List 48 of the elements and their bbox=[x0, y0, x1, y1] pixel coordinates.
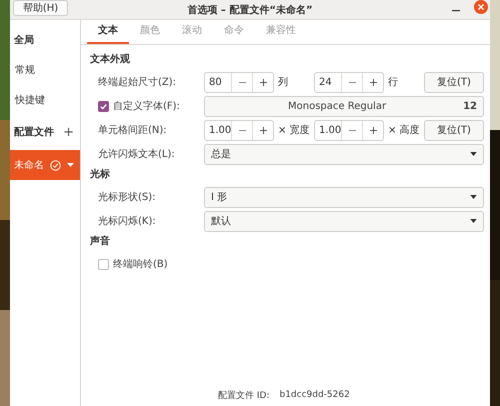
dropdown[interactable]: 默认 bbox=[204, 210, 484, 232]
sidebar-heading: 全局 bbox=[13, 34, 35, 48]
spin-field[interactable]: 24 bbox=[314, 72, 384, 92]
field-label: 光标形状(S): bbox=[98, 190, 157, 204]
section-title: 声音 bbox=[90, 235, 111, 249]
reset-button[interactable]: 复位(T) bbox=[424, 120, 484, 140]
font-button[interactable]: Monospace Regular 12 bbox=[204, 96, 484, 116]
tab[interactable]: 文本 bbox=[87, 20, 129, 44]
checkbox[interactable] bbox=[98, 258, 109, 270]
unit-label: 列 bbox=[277, 76, 289, 89]
dropdown[interactable]: I 形 bbox=[204, 186, 484, 208]
help-button[interactable]: 帮助(H) bbox=[13, 0, 68, 16]
section-title: 光标 bbox=[90, 168, 111, 182]
spin-field[interactable]: 1.00 bbox=[204, 120, 274, 140]
profile-name: 未命名 bbox=[14, 158, 44, 172]
plus-icon[interactable] bbox=[260, 126, 267, 134]
field-label: 终端起始尺寸(Z): bbox=[98, 76, 178, 89]
section-title: 文本外观 bbox=[90, 53, 131, 67]
window-title: 首选项 – 配置文件“未命名” bbox=[186, 4, 314, 16]
dropdown-arrow-icon bbox=[470, 152, 477, 156]
dropdown-arrow-icon bbox=[470, 219, 477, 223]
field-label: 光标闪烁(K): bbox=[98, 214, 157, 228]
plus-icon[interactable] bbox=[260, 78, 266, 86]
profile-item[interactable]: 未命名 bbox=[10, 150, 80, 180]
field-label: 单元格间距(N): bbox=[98, 124, 168, 137]
unit-label: × 高度 bbox=[387, 124, 421, 137]
profile-id-label: 配置文件 ID: bbox=[218, 390, 270, 402]
sidebar-item[interactable]: 常规 bbox=[10, 56, 80, 86]
spin-field[interactable]: 1.00 bbox=[314, 120, 384, 140]
reset-button[interactable]: 复位(T) bbox=[424, 72, 484, 92]
close-icon[interactable] bbox=[474, 0, 488, 14]
checkbox[interactable] bbox=[98, 100, 109, 112]
plus-icon[interactable] bbox=[370, 78, 376, 86]
unit-label: × 宽度 bbox=[277, 124, 311, 137]
sidebar-item[interactable]: 快捷键 bbox=[10, 86, 80, 116]
dropdown-arrow-icon bbox=[470, 195, 477, 199]
plus-icon[interactable] bbox=[370, 126, 377, 134]
check-circle-icon bbox=[50, 160, 61, 170]
profile-id: b1dcc9dd-5262 bbox=[279, 390, 350, 400]
spin-field[interactable]: 80 bbox=[204, 72, 274, 92]
checkbox-label: 自定义字体(F): bbox=[113, 100, 180, 113]
unit-label: 行 bbox=[387, 76, 399, 89]
add-profile-button[interactable]: + bbox=[63, 126, 74, 140]
caret-icon[interactable] bbox=[67, 162, 74, 168]
sidebar-heading: 配置文件 bbox=[13, 126, 55, 140]
dropdown[interactable]: 总是 bbox=[204, 144, 484, 164]
checkbox-label: 终端响铃(B) bbox=[113, 258, 168, 271]
field-label: 允许闪烁文本(L): bbox=[98, 148, 176, 161]
